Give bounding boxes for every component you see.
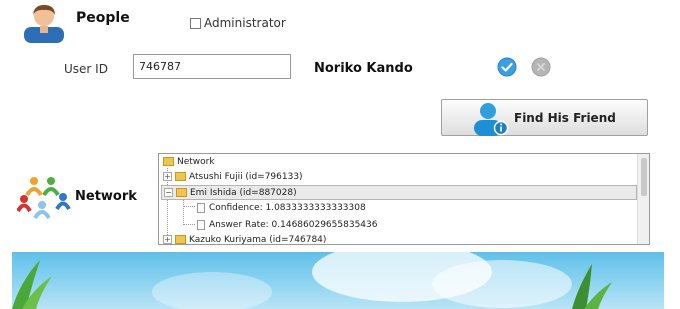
folder-open-icon: [176, 188, 187, 197]
folder-icon: [163, 157, 174, 166]
user-avatar-icon: [24, 5, 64, 43]
tree-leaf-label: Confidence: 1.0833333333333308: [209, 203, 366, 213]
tree-node-label: Emi Ishida (id=887028): [190, 188, 297, 198]
decorative-banner: [12, 252, 664, 309]
tree-scrollbar[interactable]: [637, 154, 649, 244]
network-tree[interactable]: Network + Atsushi Fujii (id=796133) − Emi …: [158, 153, 650, 245]
page-title: People: [76, 10, 130, 26]
tree-node-selected[interactable]: − Emi Ishida (id=887028): [161, 185, 637, 200]
people-network-icon: [17, 177, 71, 219]
tree-leaf[interactable]: Confidence: 1.0833333333333308: [197, 201, 366, 216]
tree-leaf-label: Answer Rate: 0.14686029655835436: [209, 220, 378, 230]
tree-node[interactable]: + Atsushi Fujii (id=796133): [163, 170, 303, 185]
leaf-graphic: [12, 260, 612, 309]
document-icon: [197, 219, 205, 230]
tree-node-label: Kazuko Kuriyama (id=746784): [189, 235, 327, 245]
collapse-icon[interactable]: −: [164, 188, 173, 197]
close-circle-icon[interactable]: [531, 57, 551, 77]
folder-icon: [175, 172, 186, 181]
user-id-input[interactable]: [133, 54, 291, 79]
tree-node[interactable]: + Kazuko Kuriyama (id=746784): [163, 233, 327, 245]
tree-root-label: Network: [177, 157, 215, 167]
scrollbar-thumb[interactable]: [641, 158, 647, 196]
tree-node-label: Atsushi Fujii (id=796133): [189, 172, 303, 182]
expand-icon[interactable]: +: [163, 235, 172, 244]
tree-root[interactable]: Network: [163, 155, 215, 170]
expand-icon[interactable]: +: [163, 172, 172, 181]
document-icon: [197, 202, 205, 213]
tree-leaf[interactable]: Answer Rate: 0.14686029655835436: [197, 218, 377, 233]
user-id-label: User ID: [64, 62, 108, 76]
network-title: Network: [75, 189, 137, 204]
check-circle-icon[interactable]: [497, 57, 517, 77]
find-his-friend-button[interactable]: Find His Friend: [441, 99, 648, 136]
administrator-checkbox[interactable]: Administrator: [190, 16, 286, 30]
find-his-friend-label: Find His Friend: [514, 110, 616, 125]
folder-icon: [175, 235, 186, 244]
administrator-label: Administrator: [204, 16, 286, 30]
user-name: Noriko Kando: [314, 61, 413, 76]
user-info-icon: [474, 102, 509, 136]
checkbox-box[interactable]: [190, 17, 201, 29]
